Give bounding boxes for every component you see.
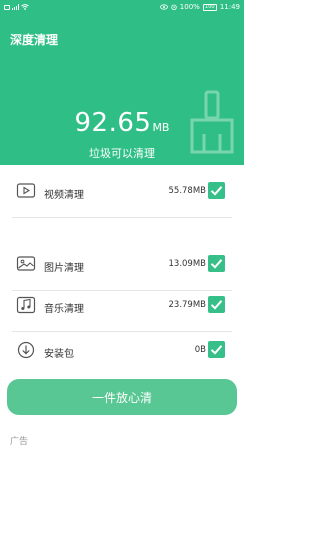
list-item-music[interactable]: 音乐清理 23.79MB	[0, 290, 244, 322]
signal-icon	[12, 4, 19, 10]
list-item-image[interactable]: 图片清理 13.09MB	[0, 249, 244, 281]
junk-size-unit: MB	[152, 121, 170, 134]
status-left	[4, 4, 29, 10]
checkbox-checked-icon[interactable]	[208, 296, 225, 313]
eye-icon	[159, 4, 168, 10]
checkbox-checked-icon[interactable]	[208, 341, 225, 358]
checkbox-checked-icon[interactable]	[208, 255, 225, 272]
header-panel: 100% 100 11:49 深度清理 92.65MB 垃圾可以清理	[0, 0, 244, 165]
junk-size-value: 92.65	[74, 108, 152, 138]
alarm-icon	[171, 4, 177, 10]
item-label: 安装包	[44, 349, 74, 360]
item-label: 音乐清理	[44, 304, 84, 315]
status-right: 100% 100 11:49	[159, 3, 240, 11]
page-title: 深度清理	[10, 33, 59, 47]
status-bar: 100% 100 11:49	[0, 0, 244, 16]
item-size: 55.78MB	[168, 186, 207, 196]
video-icon	[16, 183, 36, 198]
download-icon	[17, 341, 35, 359]
battery-icon: 100	[202, 3, 217, 11]
music-icon	[16, 296, 36, 314]
list-item-video[interactable]: 视频清理 55.78MB	[0, 176, 244, 208]
item-label: 视频清理	[44, 190, 84, 201]
divider	[12, 331, 232, 332]
clock: 11:49	[219, 3, 240, 11]
item-size: 23.79MB	[168, 300, 207, 310]
item-label: 图片清理	[44, 263, 84, 274]
item-size: 13.09MB	[168, 259, 207, 269]
junk-subtitle: 垃圾可以清理	[89, 147, 155, 160]
battery-percent: 100%	[179, 3, 200, 11]
junk-size: 92.65MB	[0, 108, 244, 138]
image-icon	[16, 256, 36, 271]
list-item-apk[interactable]: 安装包 0B	[0, 335, 244, 367]
divider	[12, 217, 232, 218]
battery-level-text: 100	[205, 4, 215, 10]
ad-label: 广告	[10, 437, 29, 447]
item-size: 0B	[194, 345, 206, 355]
wifi-icon	[21, 4, 29, 10]
sim-icon	[4, 4, 10, 10]
checkbox-checked-icon[interactable]	[208, 182, 225, 199]
clean-button[interactable]: 一件放心清	[7, 379, 237, 415]
